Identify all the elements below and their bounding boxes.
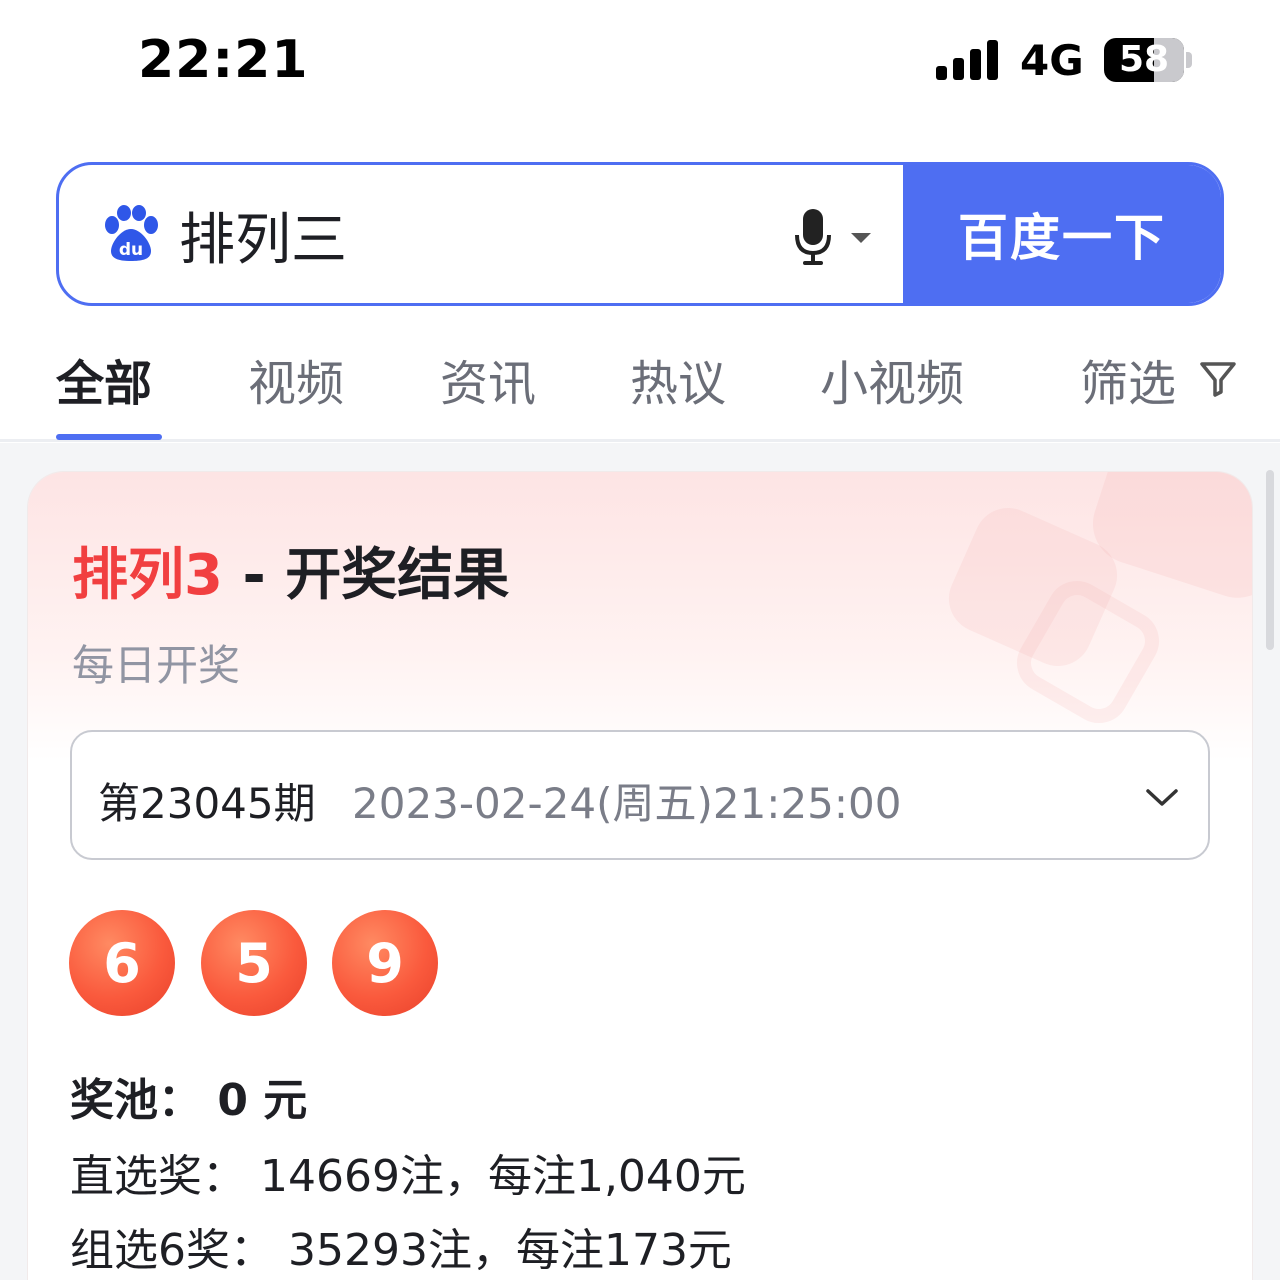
prize-pool: 奖池： 0 元 [70, 1075, 308, 1126]
draw-date: 2023-02-24(周五)21:25:00 [352, 779, 902, 828]
voice-options-caret-icon[interactable] [851, 233, 871, 243]
battery-icon: 58 [1104, 38, 1184, 82]
tab-video[interactable]: 视频 [248, 344, 344, 414]
tab-discussion[interactable]: 热议 [630, 344, 726, 414]
cellular-signal-icon [936, 40, 998, 80]
prize-group6: 组选6奖： 35293注，每注173元 [70, 1225, 732, 1276]
card-title[interactable]: 排列3 - 开奖结果 [72, 530, 509, 611]
status-bar: 22:21 4G 58 [0, 0, 1280, 120]
tab-news[interactable]: 资讯 [440, 344, 536, 414]
screen: 22:21 4G 58 du 排列三 百度一下 全部 视频 资讯 热议 小视频 … [0, 0, 1280, 1280]
lottery-result-card: 排列3 - 开奖结果 每日开奖 第23045期 2023-02-24(周五)21… [28, 472, 1252, 1280]
issue-select[interactable]: 第23045期 2023-02-24(周五)21:25:00 [70, 730, 1210, 860]
winning-number-ball: 9 [332, 910, 438, 1016]
chevron-down-icon [1146, 789, 1178, 806]
baidu-paw-icon: du [105, 205, 158, 261]
status-time: 22:21 [138, 30, 309, 90]
card-subtitle: 每日开奖 [72, 641, 241, 690]
search-bar[interactable]: du 排列三 百度一下 [56, 162, 1224, 306]
winning-number-ball: 5 [201, 910, 307, 1016]
filter-icon[interactable] [1198, 358, 1238, 398]
tab-short-video[interactable]: 小视频 [820, 344, 964, 414]
svg-text:du: du [119, 240, 143, 260]
scrollbar[interactable] [1266, 470, 1274, 650]
battery-level: 58 [1118, 39, 1170, 80]
active-tab-indicator [56, 434, 162, 440]
prize-direct: 直选奖： 14669注，每注1,040元 [70, 1151, 746, 1202]
search-button[interactable]: 百度一下 [903, 165, 1221, 303]
battery-tip [1186, 52, 1192, 68]
search-input[interactable]: 排列三 [179, 195, 347, 276]
search-tabs: 全部 视频 资讯 热议 小视频 筛选 [0, 330, 1280, 442]
card-title-rest: - 开奖结果 [222, 543, 510, 608]
card-title-highlight: 排列3 [72, 543, 223, 608]
tab-filter[interactable]: 筛选 [1080, 344, 1176, 414]
winning-number-ball: 6 [69, 910, 175, 1016]
network-type: 4G [1020, 36, 1084, 85]
tab-all[interactable]: 全部 [56, 344, 152, 414]
microphone-icon[interactable] [793, 207, 833, 267]
issue-number: 第23045期 [98, 779, 316, 828]
